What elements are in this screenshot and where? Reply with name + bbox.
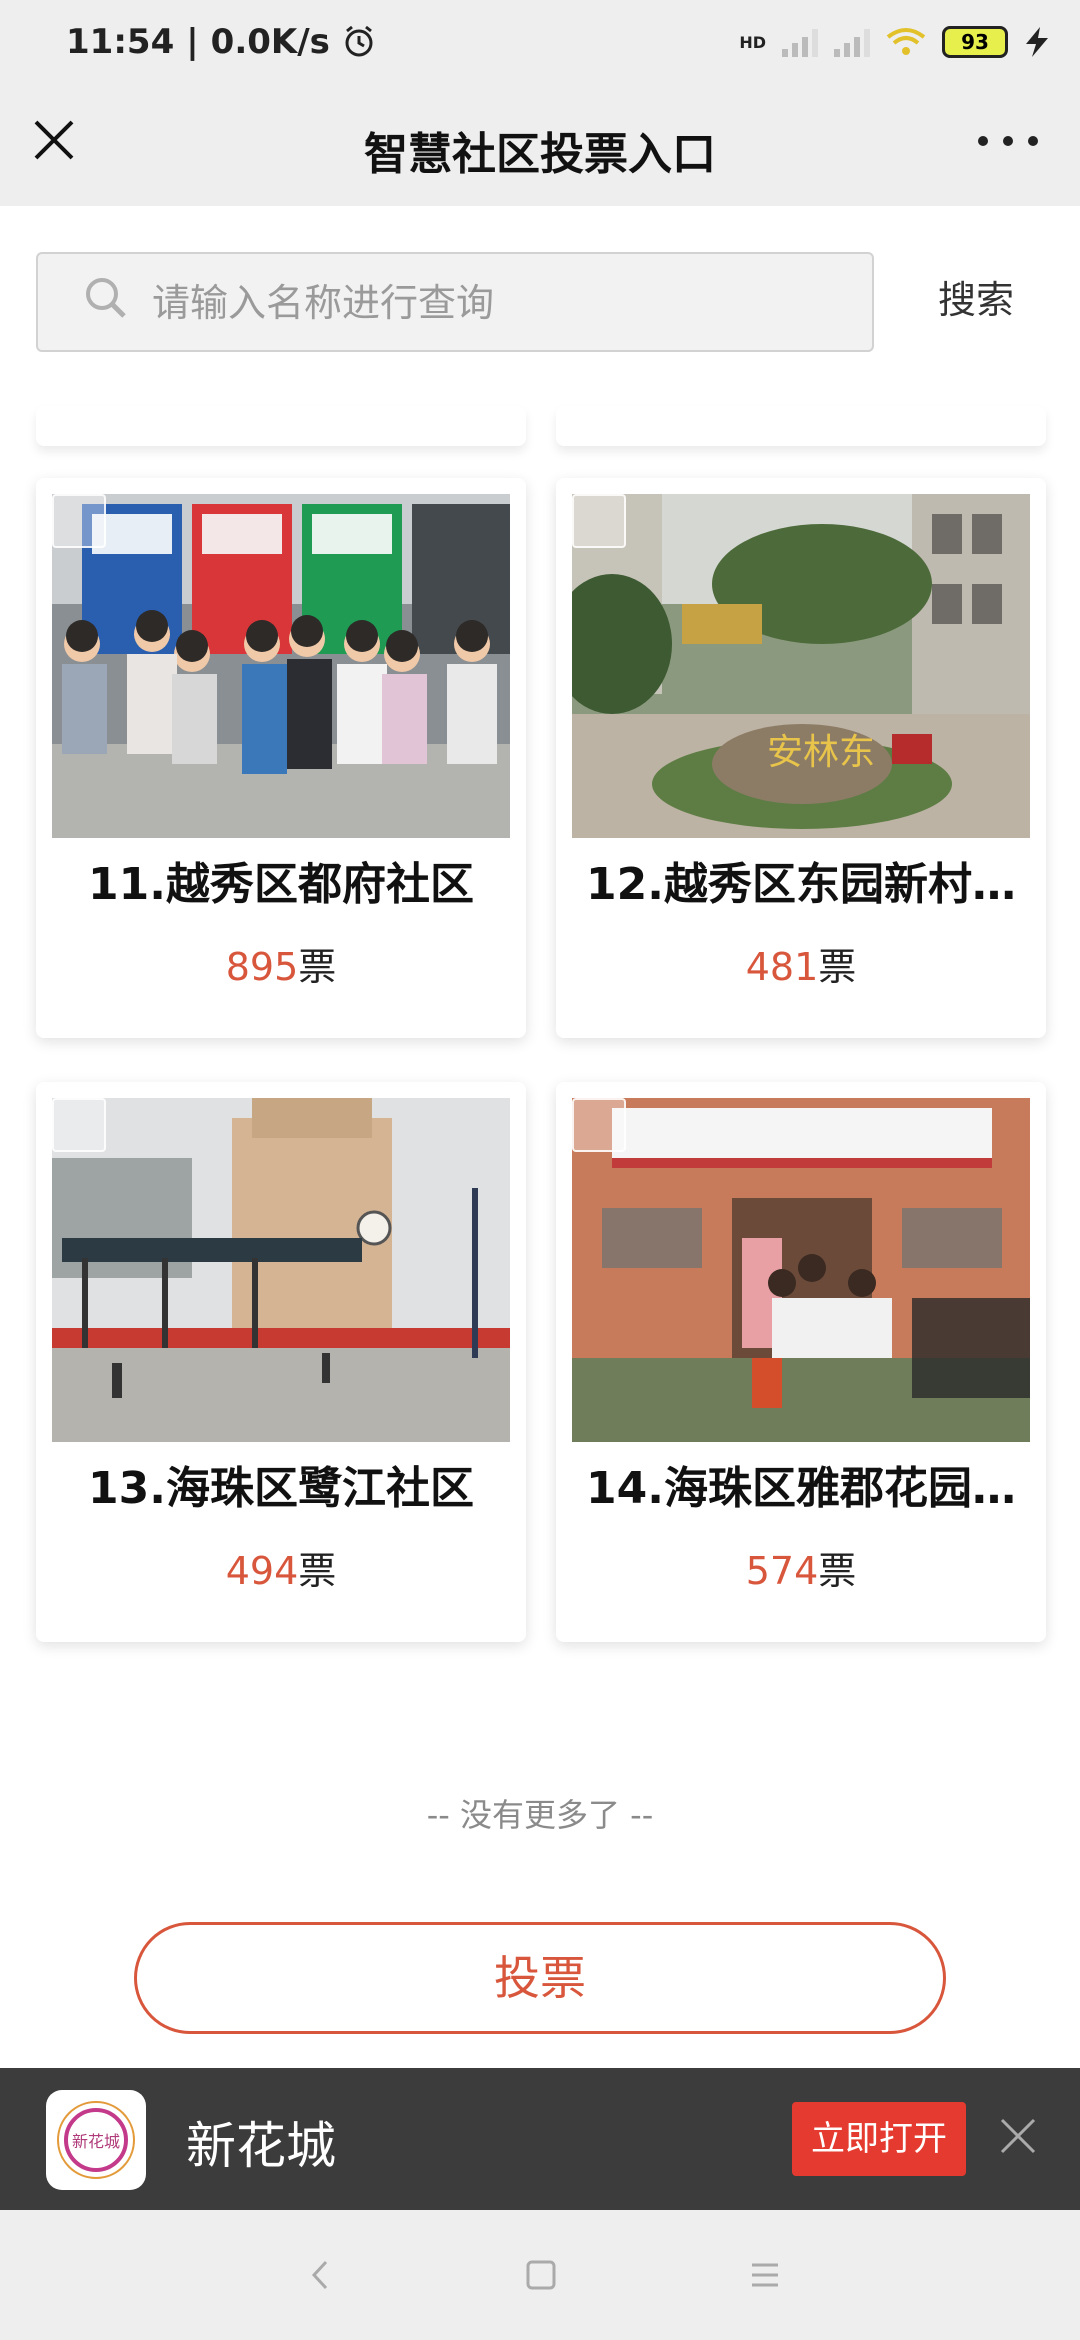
vote-unit: 票 [298, 945, 337, 989]
candidate-card[interactable]: 11.越秀区都府社区 895票 [36, 478, 526, 1038]
candidate-photo [572, 1098, 1030, 1442]
network-speed: 0.0K/s [210, 22, 330, 62]
vote-count-label: 481票 [556, 936, 1046, 991]
close-icon[interactable] [998, 2116, 1038, 2156]
card-partial-right [556, 406, 1046, 446]
vote-unit: 票 [818, 945, 857, 989]
search-box[interactable] [36, 252, 874, 352]
candidate-title: 13.海珠区鹭江社区 [88, 1463, 474, 1514]
home-icon[interactable] [516, 2250, 566, 2300]
search-bar: 搜索 [36, 252, 1046, 352]
search-icon [86, 278, 126, 318]
vote-count-label: 574票 [556, 1540, 1046, 1595]
candidate-card[interactable]: 13.海珠区鹭江社区 494票 [36, 1082, 526, 1642]
candidate-card[interactable]: 安林东 12.越秀区东园新村… 481票 [556, 478, 1046, 1038]
garbage-bins-children-photo [52, 494, 510, 838]
signal-icon-2 [834, 27, 870, 57]
app-logo: 新花城 [46, 2090, 146, 2190]
charging-icon [1026, 27, 1048, 57]
nav-bar: 智慧社区投票入口 [0, 90, 1080, 206]
candidate-photo [52, 494, 510, 838]
candidate-card[interactable]: 14.海珠区雅郡花园… 574票 [556, 1082, 1046, 1642]
svg-text:安林东: 安林东 [767, 732, 875, 773]
hd-label: HD [739, 32, 766, 52]
service-center-group-photo [572, 1098, 1030, 1442]
vote-count: 481 [745, 945, 819, 989]
vote-button[interactable]: 投票 [134, 1922, 946, 2034]
vote-unit: 票 [298, 1549, 337, 1593]
main-content[interactable]: 搜索 [0, 206, 1080, 2068]
open-app-button[interactable]: 立即打开 [792, 2102, 966, 2176]
no-more-text: -- 没有更多了 -- [426, 1796, 654, 1834]
battery-icon: 93 [942, 26, 1008, 58]
app-banner: 新花城 新花城 立即打开 [0, 2068, 1080, 2210]
menu-icon[interactable] [740, 2250, 790, 2300]
candidate-photo [52, 1098, 510, 1442]
vote-count: 494 [225, 1549, 299, 1593]
search-input[interactable] [150, 272, 844, 334]
vote-count-label: 895票 [36, 936, 526, 991]
candidate-photo: 安林东 [572, 494, 1030, 838]
page-title: 智慧社区投票入口 [364, 129, 716, 180]
card-partial-left [36, 406, 526, 446]
select-checkbox[interactable] [572, 494, 626, 548]
select-checkbox[interactable] [52, 494, 106, 548]
alarm-icon [345, 25, 373, 57]
wifi-icon [886, 28, 926, 55]
vote-count-label: 494票 [36, 1540, 526, 1595]
community-garden-photo: 安林东 [572, 494, 1030, 838]
flower-logo-icon: 新花城 [57, 2101, 135, 2179]
status-time: 11:54 [66, 22, 175, 62]
status-bar: 11:54 | 0.0K/s HD 93 [0, 0, 1080, 90]
search-button[interactable]: 搜索 [916, 270, 1036, 330]
app-name: 新花城 [186, 2117, 336, 2175]
candidate-title: 12.越秀区东园新村… [586, 859, 1016, 910]
school-building-photo [52, 1098, 510, 1442]
vote-count: 574 [745, 1549, 819, 1593]
candidate-title: 14.海珠区雅郡花园… [586, 1463, 1016, 1514]
select-checkbox[interactable] [572, 1098, 626, 1152]
select-checkbox[interactable] [52, 1098, 106, 1152]
back-icon[interactable] [296, 2250, 346, 2300]
signal-icon [782, 27, 818, 57]
vote-count: 895 [225, 945, 299, 989]
more-icon[interactable] [978, 126, 1038, 156]
candidate-title: 11.越秀区都府社区 [88, 859, 474, 910]
app-logo-text: 新花城 [72, 2132, 120, 2151]
system-nav-bar [0, 2210, 1080, 2340]
vote-unit: 票 [818, 1549, 857, 1593]
